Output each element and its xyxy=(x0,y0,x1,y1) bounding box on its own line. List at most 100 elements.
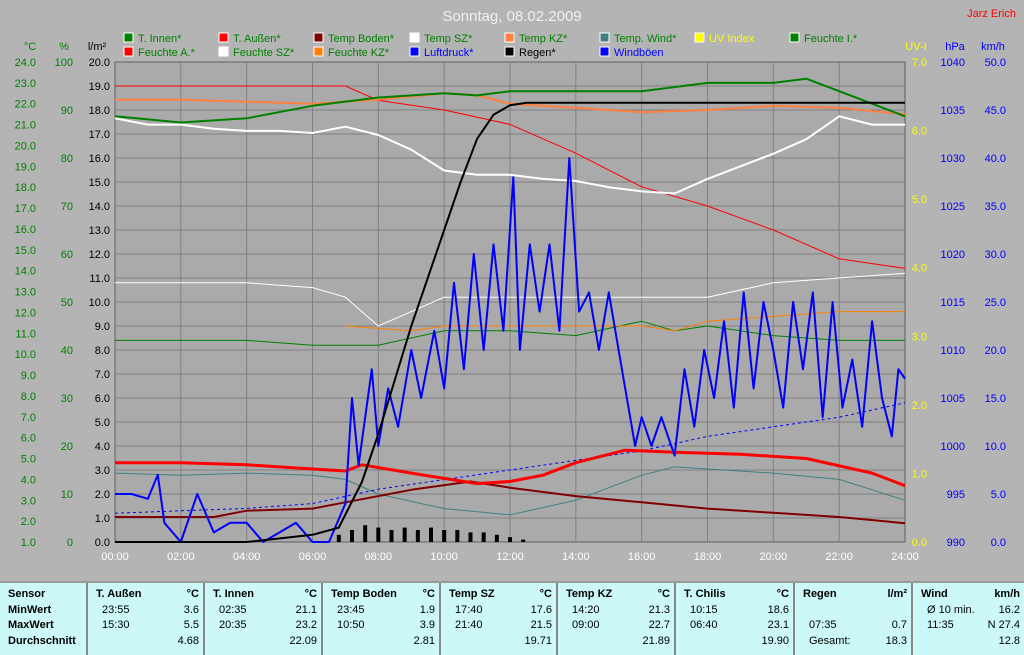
tick-label-percent: 30 xyxy=(61,393,73,405)
tick-label-uv: 3.0 xyxy=(912,331,927,343)
tick-label-uv: 6.0 xyxy=(912,126,927,138)
cell-time xyxy=(449,634,455,650)
author-label: Jarz Erich xyxy=(967,8,1016,20)
cell-time: Durchschnitt xyxy=(8,634,76,647)
cell-time: 23:55 xyxy=(102,603,130,616)
cell-time: Gesamt: xyxy=(809,634,851,647)
tick-label-hpa: 1020 xyxy=(941,249,965,261)
legend-label-temp_boden: Temp Boden* xyxy=(328,33,395,45)
column-title: Wind xyxy=(921,588,948,600)
column-unit: °C xyxy=(186,588,199,600)
legend-label-regen: Regen* xyxy=(519,47,556,59)
tick-label-percent: 50 xyxy=(61,297,73,309)
tick-label-hpa: 1030 xyxy=(941,153,965,165)
column-title: T. Chilis xyxy=(684,588,726,600)
cell-value: 4.68 xyxy=(177,634,199,647)
cell-time: 09:00 xyxy=(572,619,600,631)
tick-label-rain: 0.0 xyxy=(95,537,110,549)
x-tick-label: 04:00 xyxy=(233,551,261,563)
tick-label-uv: 0.0 xyxy=(912,537,927,549)
cell-value: 0.7 xyxy=(891,619,907,631)
tick-label-rain: 5.0 xyxy=(95,417,110,429)
legend-swatch-feuchte_sz xyxy=(218,46,229,57)
tick-label-hpa: 1010 xyxy=(941,345,965,357)
tick-label-celsius: 15.0 xyxy=(15,245,36,257)
tick-label-rain: 11.0 xyxy=(89,273,110,285)
tick-label-rain: 20.0 xyxy=(89,57,110,69)
tick-label-rain: 8.0 xyxy=(95,345,110,357)
tick-label-rain: 16.0 xyxy=(89,153,110,165)
legend-label-feuchte_kz: Feuchte KZ* xyxy=(328,47,390,59)
cell-value: 18.6 xyxy=(767,603,789,616)
table-column: T. Außen °C 23:55 3.6 15:30 5.5 4.68 xyxy=(88,583,205,655)
tick-label-kmh: 30.0 xyxy=(985,249,1006,261)
legend-label-feuchte_sz: Feuchte SZ* xyxy=(233,47,295,59)
column-title: Regen xyxy=(803,588,837,600)
tick-label-celsius: 21.0 xyxy=(15,120,36,132)
table-column: Sensor MinWert MaxWert Durchschnitt xyxy=(0,583,88,655)
tick-label-hpa: 1035 xyxy=(941,105,965,117)
table-column: Temp Boden °C 23:45 1.9 10:50 3.9 2.81 xyxy=(323,583,441,655)
tick-label-kmh: 50.0 xyxy=(985,57,1006,69)
cell-time xyxy=(96,634,102,650)
rain-bar xyxy=(336,534,341,542)
legend-swatch-feuchte_kz xyxy=(313,46,324,57)
cell-time xyxy=(213,634,219,650)
cell-value: 21.1 xyxy=(295,603,317,616)
x-tick-label: 10:00 xyxy=(430,551,458,563)
cell-value: 3.6 xyxy=(183,603,199,616)
cell-value: 19.90 xyxy=(761,634,789,647)
tick-label-percent: 10 xyxy=(61,489,73,501)
x-tick-label: 16:00 xyxy=(628,551,656,563)
rain-bar xyxy=(389,530,394,542)
x-tick-label: 24:00 xyxy=(891,551,919,563)
chart-title: Sonntag, 08.02.2009 xyxy=(442,8,581,25)
cell-value: 2.81 xyxy=(413,634,435,647)
cell-value: 3.9 xyxy=(419,619,435,631)
axis-title-uv: UV-I xyxy=(905,41,926,53)
cell-time: 10:50 xyxy=(337,619,365,631)
x-tick-label: 20:00 xyxy=(760,551,788,563)
legend-label-t_aussen: T. Außen* xyxy=(233,33,281,45)
rain-bar xyxy=(402,527,407,542)
table-column: Regen l/m² 07:35 0.7 Gesamt: 18.3 xyxy=(795,583,913,655)
x-tick-label: 14:00 xyxy=(562,551,590,563)
tick-label-rain: 4.0 xyxy=(95,441,110,453)
cell-time xyxy=(921,634,927,650)
cell-value: 22.7 xyxy=(648,619,670,631)
x-tick-label: 06:00 xyxy=(299,551,327,563)
tick-label-hpa: 1040 xyxy=(941,57,965,69)
tick-label-hpa: 1015 xyxy=(941,297,965,309)
legend-swatch-t_aussen xyxy=(218,32,229,43)
legend-swatch-windboeen xyxy=(599,46,610,57)
tick-label-rain: 3.0 xyxy=(95,465,110,477)
rain-bar xyxy=(415,530,420,542)
tick-label-uv: 2.0 xyxy=(912,400,927,412)
tick-label-kmh: 20.0 xyxy=(985,345,1006,357)
tick-label-rain: 2.0 xyxy=(95,489,110,501)
tick-label-celsius: 19.0 xyxy=(15,161,36,173)
legend-label-feuchte_a: Feuchte A.* xyxy=(138,47,196,59)
rain-bar xyxy=(494,534,499,542)
cell-value: 18.3 xyxy=(885,634,907,647)
axis-title-rain: l/m² xyxy=(88,41,107,53)
cell-time: 10:15 xyxy=(690,603,718,616)
column-unit: l/m² xyxy=(887,588,907,600)
tick-label-celsius: 8.0 xyxy=(21,391,36,403)
x-tick-label: 02:00 xyxy=(167,551,195,563)
tick-label-celsius: 23.0 xyxy=(15,78,36,90)
legend-swatch-uv_index xyxy=(694,32,705,43)
cell-value: 23.1 xyxy=(767,619,789,631)
legend-swatch-luftdruck xyxy=(409,46,420,57)
tick-label-celsius: 20.0 xyxy=(15,140,36,152)
tick-label-kmh: 25.0 xyxy=(985,297,1006,309)
x-tick-label: 18:00 xyxy=(694,551,722,563)
rain-bar xyxy=(508,537,512,542)
tick-label-percent: 70 xyxy=(61,201,73,213)
column-title: T. Innen xyxy=(213,588,254,600)
tick-label-kmh: 40.0 xyxy=(985,153,1006,165)
legend-swatch-temp_boden xyxy=(313,32,324,43)
column-unit: °C xyxy=(657,588,670,600)
column-title: Temp SZ xyxy=(449,588,495,600)
weather-chart: Sonntag, 08.02.2009 Jarz Erich T. Innen* T.… xyxy=(15,8,1016,563)
